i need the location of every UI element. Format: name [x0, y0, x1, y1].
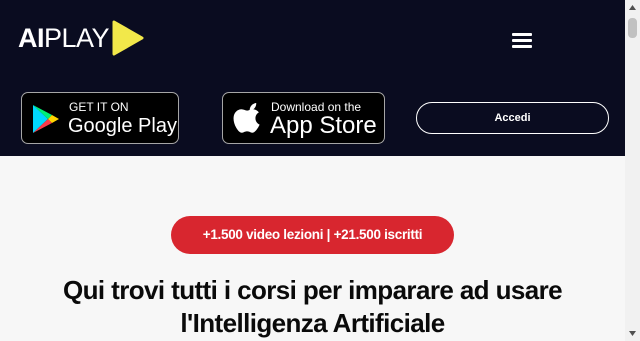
- google-play-small-text: GET IT ON: [69, 100, 129, 114]
- hamburger-menu-icon[interactable]: [510, 28, 534, 52]
- google-play-big-text: Google Play: [68, 115, 177, 137]
- page-headline: Qui trovi tutti i corsi per imparare ad …: [63, 275, 563, 338]
- app-store-badge[interactable]: Download on the App Store: [222, 92, 385, 144]
- play-icon: [112, 20, 144, 56]
- site-header: AIPLAY GET IT ON Google Play Download on…: [0, 0, 625, 156]
- scroll-up-arrow-icon[interactable]: [628, 4, 637, 12]
- stats-badge: +1.500 video lezioni | +21.500 iscritti: [171, 216, 454, 254]
- scroll-down-arrow-icon[interactable]: [628, 329, 637, 337]
- logo-text-ai: AI: [18, 23, 45, 53]
- google-play-badge[interactable]: GET IT ON Google Play: [21, 92, 179, 144]
- aiplay-logo[interactable]: AIPLAY: [18, 20, 145, 56]
- logo-text-play: PLAY: [44, 23, 110, 53]
- google-play-icon: [33, 105, 59, 133]
- vertical-scrollbar[interactable]: [625, 0, 640, 341]
- login-button[interactable]: Accedi: [416, 102, 609, 134]
- apple-icon: [233, 103, 260, 133]
- scrollbar-thumb[interactable]: [628, 18, 637, 38]
- app-store-big-text: App Store: [270, 112, 377, 139]
